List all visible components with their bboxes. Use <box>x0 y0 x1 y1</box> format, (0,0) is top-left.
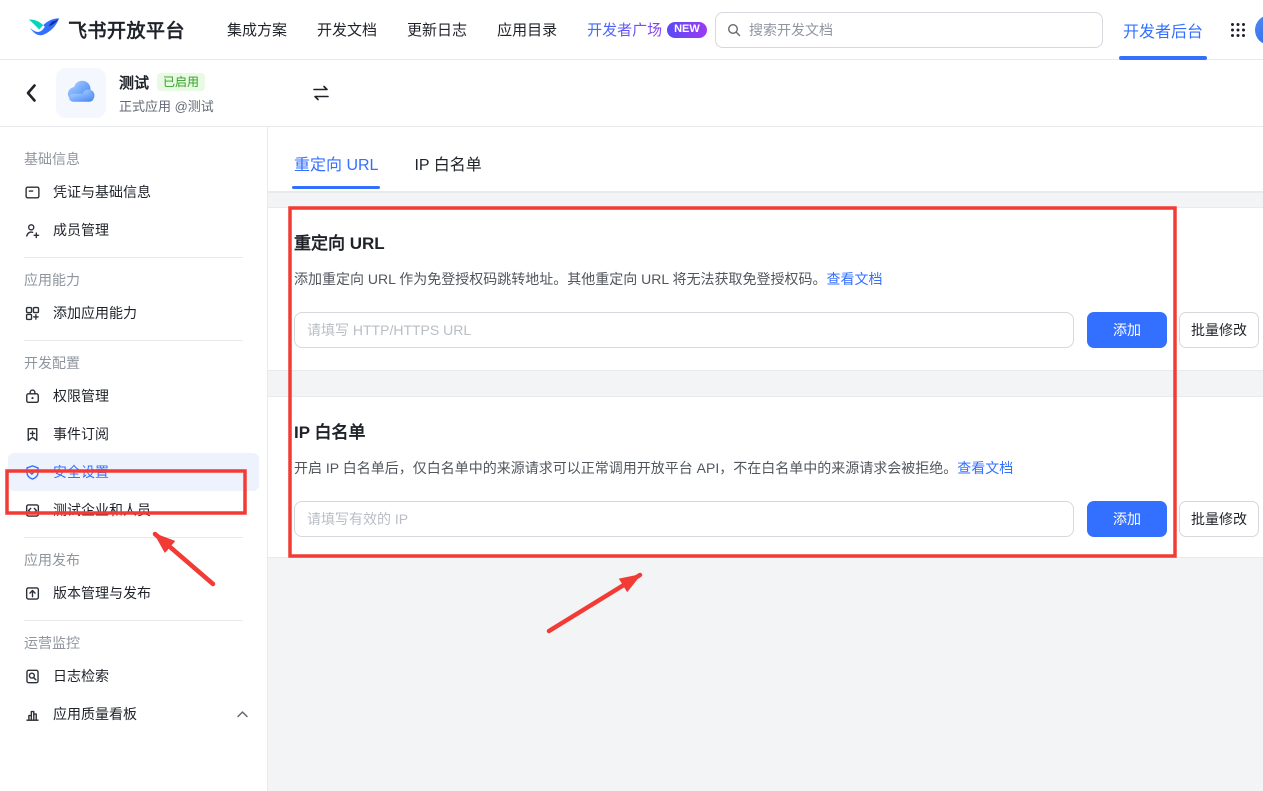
grid-add-icon <box>24 305 41 322</box>
chevron-up-icon[interactable] <box>236 710 249 719</box>
app-subtitle: 正式应用 @测试 <box>119 96 214 115</box>
section-description: 添加重定向 URL 作为免登授权码跳转地址。其他重定向 URL 将无法获取免登授… <box>294 268 1259 290</box>
sidebar-section-capabilities: 应用能力 <box>24 270 243 290</box>
bar-chart-icon <box>24 706 41 723</box>
sidebar-item-log-search[interactable]: 日志检索 <box>8 657 259 695</box>
nav-item-changelog[interactable]: 更新日志 <box>407 19 467 40</box>
batch-edit-button[interactable]: 批量修改 <box>1179 312 1259 348</box>
redirect-url-input-row: 添加 批量修改 <box>294 312 1259 348</box>
doc-link[interactable]: 查看文档 <box>957 460 1013 476</box>
sidebar-item-label: 凭证与基础信息 <box>53 182 151 202</box>
brand-title: 飞书开放平台 <box>68 16 185 43</box>
add-button[interactable]: 添加 <box>1087 501 1167 537</box>
sidebar-item-members[interactable]: 成员管理 <box>8 211 259 249</box>
sidebar-item-permissions[interactable]: 权限管理 <box>8 377 259 415</box>
tabbar: 重定向 URL IP 白名单 <box>268 127 1263 192</box>
top-navbar: 飞书开放平台 集成方案 开发文档 更新日志 应用目录 开发者广场 NEW 开发者… <box>0 0 1263 60</box>
divider <box>24 537 243 538</box>
sidebar-section-dev-config: 开发配置 <box>24 353 243 373</box>
sidebar-item-label: 添加应用能力 <box>53 303 137 323</box>
nav-item-app-directory[interactable]: 应用目录 <box>497 19 557 40</box>
sidebar-item-security-settings[interactable]: 安全设置 <box>8 453 259 491</box>
section-title: 重定向 URL <box>294 232 1259 256</box>
sidebar-item-credentials[interactable]: 凭证与基础信息 <box>8 173 259 211</box>
switch-app-icon[interactable] <box>310 84 332 102</box>
sidebar-item-add-capability[interactable]: 添加应用能力 <box>8 294 259 332</box>
batch-edit-button[interactable]: 批量修改 <box>1179 501 1259 537</box>
new-badge: NEW <box>667 22 707 38</box>
tab-ip-whitelist[interactable]: IP 白名单 <box>414 151 481 191</box>
sidebar-item-label: 安全设置 <box>53 462 109 482</box>
nav-item-developer-plaza[interactable]: 开发者广场 NEW <box>587 19 707 40</box>
status-badge-enabled: 已启用 <box>157 73 205 91</box>
sidebar: 基础信息 凭证与基础信息 成员管理 应用能力 <box>0 127 268 791</box>
divider <box>24 620 243 621</box>
nav-item-developer-console[interactable]: 开发者后台 <box>1123 0 1203 60</box>
nav-item-docs[interactable]: 开发文档 <box>317 19 377 40</box>
back-icon[interactable] <box>24 82 38 104</box>
search-input[interactable] <box>749 22 1092 38</box>
main-content: 重定向 URL IP 白名单 重定向 URL 添加重定向 URL 作为免登授权码… <box>268 127 1263 791</box>
description-text: 开启 IP 白名单后，仅白名单中的来源请求可以正常调用开放平台 API，不在白名… <box>294 460 957 476</box>
section-description: 开启 IP 白名单后，仅白名单中的来源请求可以正常调用开放平台 API，不在白名… <box>294 457 1259 479</box>
app-header: 测试 已启用 正式应用 @测试 <box>0 60 1263 127</box>
sidebar-item-label: 版本管理与发布 <box>53 583 151 603</box>
permission-icon <box>24 388 41 405</box>
section-gap <box>268 370 1263 397</box>
sidebar-item-label: 应用质量看板 <box>53 704 137 724</box>
sidebar-item-version-release[interactable]: 版本管理与发布 <box>8 574 259 612</box>
feishu-logo-icon <box>28 16 60 43</box>
shield-check-icon <box>24 464 41 481</box>
member-add-icon <box>24 222 41 239</box>
sidebar-item-label: 成员管理 <box>53 220 109 240</box>
sidebar-item-label: 事件订阅 <box>53 424 109 444</box>
sidebar-item-label: 测试企业和人员 <box>53 500 151 520</box>
nav-links: 集成方案 开发文档 更新日志 应用目录 开发者广场 NEW <box>227 19 707 40</box>
sidebar-section-release: 应用发布 <box>24 550 243 570</box>
avatar[interactable] <box>1255 15 1263 45</box>
ip-whitelist-input[interactable] <box>294 501 1074 537</box>
event-subscribe-icon <box>24 426 41 443</box>
sidebar-item-quality-dashboard[interactable]: 应用质量看板 <box>8 695 259 733</box>
section-gap <box>268 192 1263 208</box>
sidebar-section-monitoring: 运营监控 <box>24 633 243 653</box>
app-cloud-icon <box>56 68 106 118</box>
brand-logo[interactable]: 飞书开放平台 <box>28 16 185 43</box>
add-button[interactable]: 添加 <box>1087 312 1167 348</box>
ip-whitelist-input-row: 添加 批量修改 <box>294 501 1259 537</box>
divider <box>24 257 243 258</box>
apps-grid-icon[interactable] <box>1229 21 1247 39</box>
log-search-icon <box>24 668 41 685</box>
description-text: 添加重定向 URL 作为免登授权码跳转地址。其他重定向 URL 将无法获取免登授… <box>294 271 827 287</box>
ip-whitelist-section: IP 白名单 开启 IP 白名单后，仅白名单中的来源请求可以正常调用开放平台 A… <box>268 397 1263 558</box>
section-title: IP 白名单 <box>294 421 1259 445</box>
search-icon <box>726 22 742 38</box>
sidebar-item-label: 权限管理 <box>53 386 109 406</box>
app-name: 测试 <box>119 72 149 93</box>
redirect-url-input[interactable] <box>294 312 1074 348</box>
search-box[interactable] <box>715 12 1103 48</box>
tab-redirect-url[interactable]: 重定向 URL <box>294 151 378 191</box>
code-icon <box>24 502 41 519</box>
nav-item-integration[interactable]: 集成方案 <box>227 19 287 40</box>
sidebar-item-event-subscription[interactable]: 事件订阅 <box>8 415 259 453</box>
sidebar-item-label: 日志检索 <box>53 666 109 686</box>
sidebar-section-basic-info: 基础信息 <box>24 149 243 169</box>
id-card-icon <box>24 184 41 201</box>
divider <box>24 340 243 341</box>
sidebar-item-test-company[interactable]: 测试企业和人员 <box>8 491 259 529</box>
app-meta: 测试 已启用 正式应用 @测试 <box>119 72 214 115</box>
redirect-url-section: 重定向 URL 添加重定向 URL 作为免登授权码跳转地址。其他重定向 URL … <box>268 208 1263 370</box>
publish-icon <box>24 585 41 602</box>
doc-link[interactable]: 查看文档 <box>827 271 883 287</box>
